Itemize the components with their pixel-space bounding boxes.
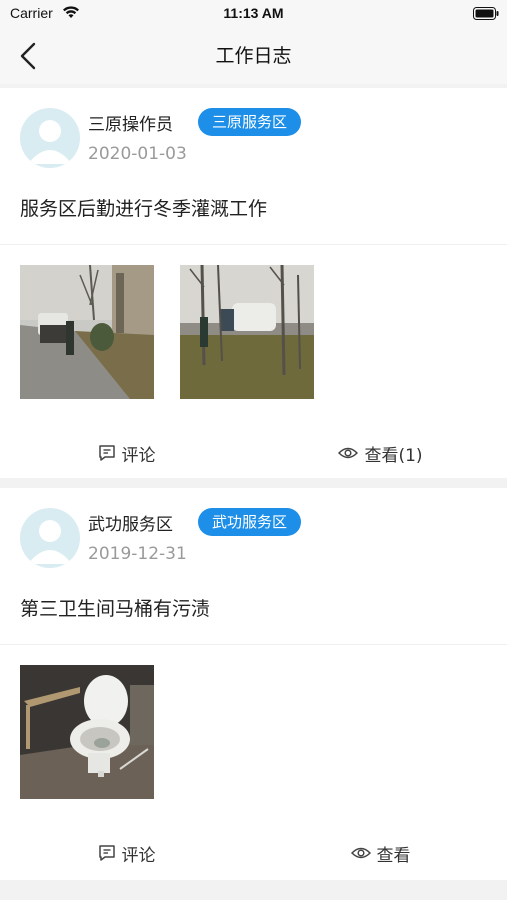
author-name: 武功服务区 bbox=[88, 515, 173, 535]
avatar bbox=[20, 508, 80, 568]
trees-watering-photo[interactable] bbox=[180, 265, 314, 399]
status-time: 11:13 AM bbox=[223, 5, 284, 21]
eye-icon bbox=[350, 847, 371, 859]
status-bar: Carrier 11:13 AM bbox=[0, 0, 507, 28]
area-badge: 三原服务区 bbox=[198, 108, 302, 136]
post-date: 2020-01-03 bbox=[88, 144, 187, 164]
navigation-bar: 工作日志 bbox=[0, 28, 507, 84]
battery-icon bbox=[473, 7, 499, 20]
author-name: 三原操作员 bbox=[88, 115, 173, 135]
area-badge: 武功服务区 bbox=[198, 508, 302, 536]
post-card: 武功服务区 武功服务区 2019-12-31 第三卫生间马桶有污渍 评论 查看 bbox=[0, 488, 507, 880]
comment-icon bbox=[98, 845, 115, 861]
post-card: 三原操作员 三原服务区 2020-01-03 服务区后勤进行冬季灌溉工作 评论 … bbox=[0, 88, 507, 478]
back-button[interactable] bbox=[14, 38, 44, 74]
watering-truck-photo[interactable] bbox=[20, 265, 154, 399]
comment-button[interactable]: 评论 bbox=[0, 828, 253, 878]
post-content: 第三卫生间马桶有污渍 bbox=[20, 598, 211, 620]
comment-icon bbox=[98, 445, 115, 461]
divider bbox=[0, 644, 507, 645]
view-label: 查看 bbox=[376, 845, 411, 866]
page-title: 工作日志 bbox=[215, 45, 292, 67]
view-label: 查看(1) bbox=[364, 445, 423, 466]
toilet-photo[interactable] bbox=[20, 665, 154, 799]
view-button[interactable]: 查看(1) bbox=[254, 428, 507, 478]
avatar bbox=[20, 108, 80, 168]
view-button[interactable]: 查看 bbox=[254, 828, 507, 878]
post-action-bar: 评论 查看 bbox=[0, 828, 507, 878]
comment-label: 评论 bbox=[121, 845, 156, 866]
post-action-bar: 评论 查看(1) bbox=[0, 428, 507, 478]
comment-label: 评论 bbox=[121, 445, 156, 466]
comment-button[interactable]: 评论 bbox=[0, 428, 253, 478]
chevron-left-icon bbox=[20, 42, 36, 70]
post-date: 2019-12-31 bbox=[88, 544, 187, 564]
divider bbox=[0, 244, 507, 245]
post-content: 服务区后勤进行冬季灌溉工作 bbox=[20, 198, 268, 220]
eye-icon bbox=[338, 447, 359, 459]
